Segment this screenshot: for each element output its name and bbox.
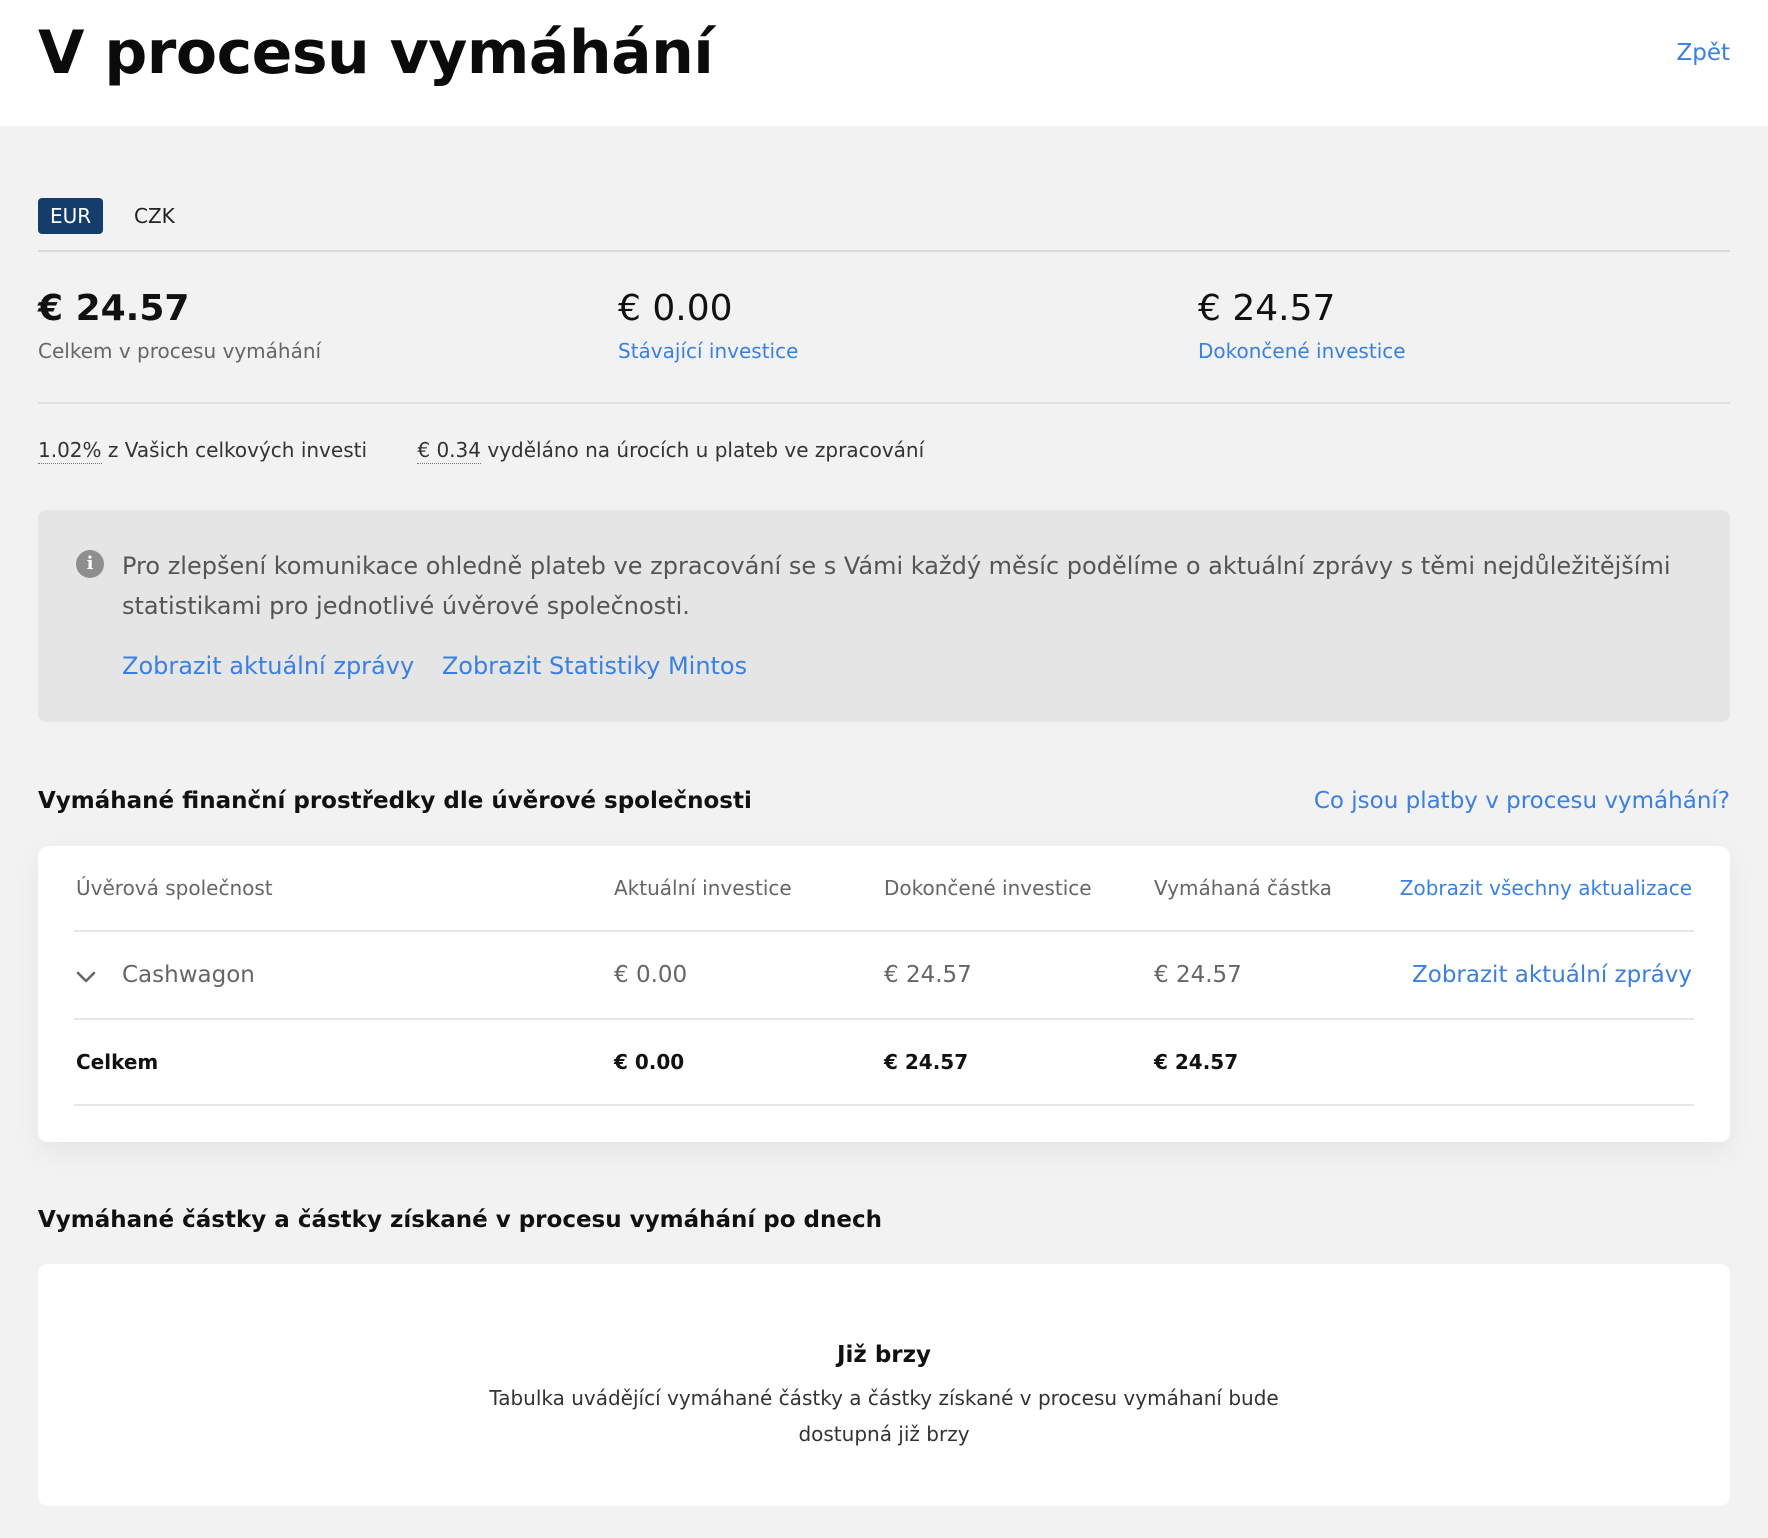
- stat-current-link[interactable]: Stávající investice: [618, 339, 798, 363]
- total-finished: € 24.57: [884, 1050, 969, 1074]
- col-company: Úvěrová společnost: [76, 876, 273, 900]
- summary-percent-text: z Vašich celkových investi: [101, 438, 368, 462]
- stat-finished: € 24.57 Dokončené investice: [1198, 286, 1406, 363]
- row-amount: € 24.57: [1154, 962, 1242, 988]
- row-current: € 0.00: [614, 962, 688, 988]
- view-all-updates-link[interactable]: Zobrazit všechny aktualizace: [1400, 846, 1692, 930]
- top-bar: V procesu vymáhání Zpět: [0, 0, 1768, 126]
- stats-row: € 24.57 Celkem v procesu vymáhání € 0.00…: [38, 286, 1730, 404]
- coming-soon-card: Již brzy Tabulka uvádějící vymáhané část…: [38, 1264, 1730, 1506]
- stat-total-value: € 24.57: [38, 288, 190, 329]
- stat-current-value: € 0.00: [618, 288, 733, 329]
- companies-table: Úvěrová společnost Aktuální investice Do…: [38, 846, 1730, 1142]
- section-title-daily: Vymáhané částky a částky získané v proce…: [38, 1207, 882, 1233]
- stat-total-label: Celkem v procesu vymáhání: [38, 338, 322, 363]
- summary-percent-item: 1.02% z Vašich celkových investi: [38, 438, 373, 464]
- table-total-row: Celkem € 0.00 € 24.57 € 24.57: [74, 1020, 1694, 1106]
- row-company: Cashwagon: [76, 932, 255, 1019]
- info-icon: i: [76, 550, 104, 578]
- section-title-companies: Vymáhané finanční prostředky dle úvěrové…: [38, 788, 752, 814]
- view-updates-link[interactable]: Zobrazit aktuální zprávy: [122, 652, 414, 680]
- col-amount: Vymáhaná částka: [1154, 876, 1332, 900]
- back-link[interactable]: Zpět: [1676, 40, 1730, 66]
- total-label: Celkem: [76, 1050, 159, 1074]
- summary-interest-item: € 0.34 vyděláno na úrocích u plateb ve z…: [417, 438, 925, 464]
- row-company-name: Cashwagon: [122, 962, 255, 988]
- info-links: Zobrazit aktuální zprávy Zobrazit Statis…: [122, 652, 767, 680]
- summary-interest: € 0.34: [417, 438, 481, 464]
- coming-soon-title: Již brzy: [836, 1342, 932, 1368]
- chevron-down-icon[interactable]: [76, 933, 112, 1019]
- col-finished: Dokončené investice: [884, 876, 1092, 900]
- help-link[interactable]: Co jsou platby v procesu vymáhání?: [1314, 788, 1730, 814]
- info-text: Pro zlepšení komunikace ohledně plateb v…: [122, 552, 1671, 620]
- coming-soon-text: Tabulka uvádějící vymáhané částky a část…: [489, 1386, 1279, 1446]
- stat-finished-value: € 24.57: [1198, 288, 1336, 329]
- total-amount: € 24.57: [1154, 1050, 1239, 1074]
- stat-finished-link[interactable]: Dokončené investice: [1198, 339, 1406, 363]
- summary-percent: 1.02%: [38, 438, 102, 464]
- row-view-updates-link[interactable]: Zobrazit aktuální zprávy: [1412, 932, 1692, 1018]
- info-box: i Pro zlepšení komunikace ohledně plateb…: [38, 510, 1730, 722]
- total-current: € 0.00: [614, 1050, 685, 1074]
- summary-row: 1.02% z Vašich celkových investi € 0.34 …: [38, 438, 925, 464]
- table-row: Cashwagon € 0.00 € 24.57 € 24.57 Zobrazi…: [74, 932, 1694, 1020]
- tab-eur[interactable]: EUR: [38, 198, 104, 234]
- row-finished: € 24.57: [884, 962, 972, 988]
- stat-total: € 24.57 Celkem v procesu vymáhání: [38, 286, 321, 363]
- view-stats-link[interactable]: Zobrazit Statistiky Mintos: [442, 652, 747, 680]
- stat-current: € 0.00 Stávající investice: [618, 286, 798, 363]
- summary-interest-text: vyděláno na úrocích u plateb ve zpracová…: [481, 438, 925, 462]
- table-header: Úvěrová společnost Aktuální investice Do…: [74, 846, 1694, 932]
- currency-tabs: EUR CZK: [38, 198, 1730, 252]
- tab-czk[interactable]: CZK: [122, 198, 187, 234]
- col-current: Aktuální investice: [614, 876, 792, 900]
- page-title: V procesu vymáhání: [38, 18, 714, 88]
